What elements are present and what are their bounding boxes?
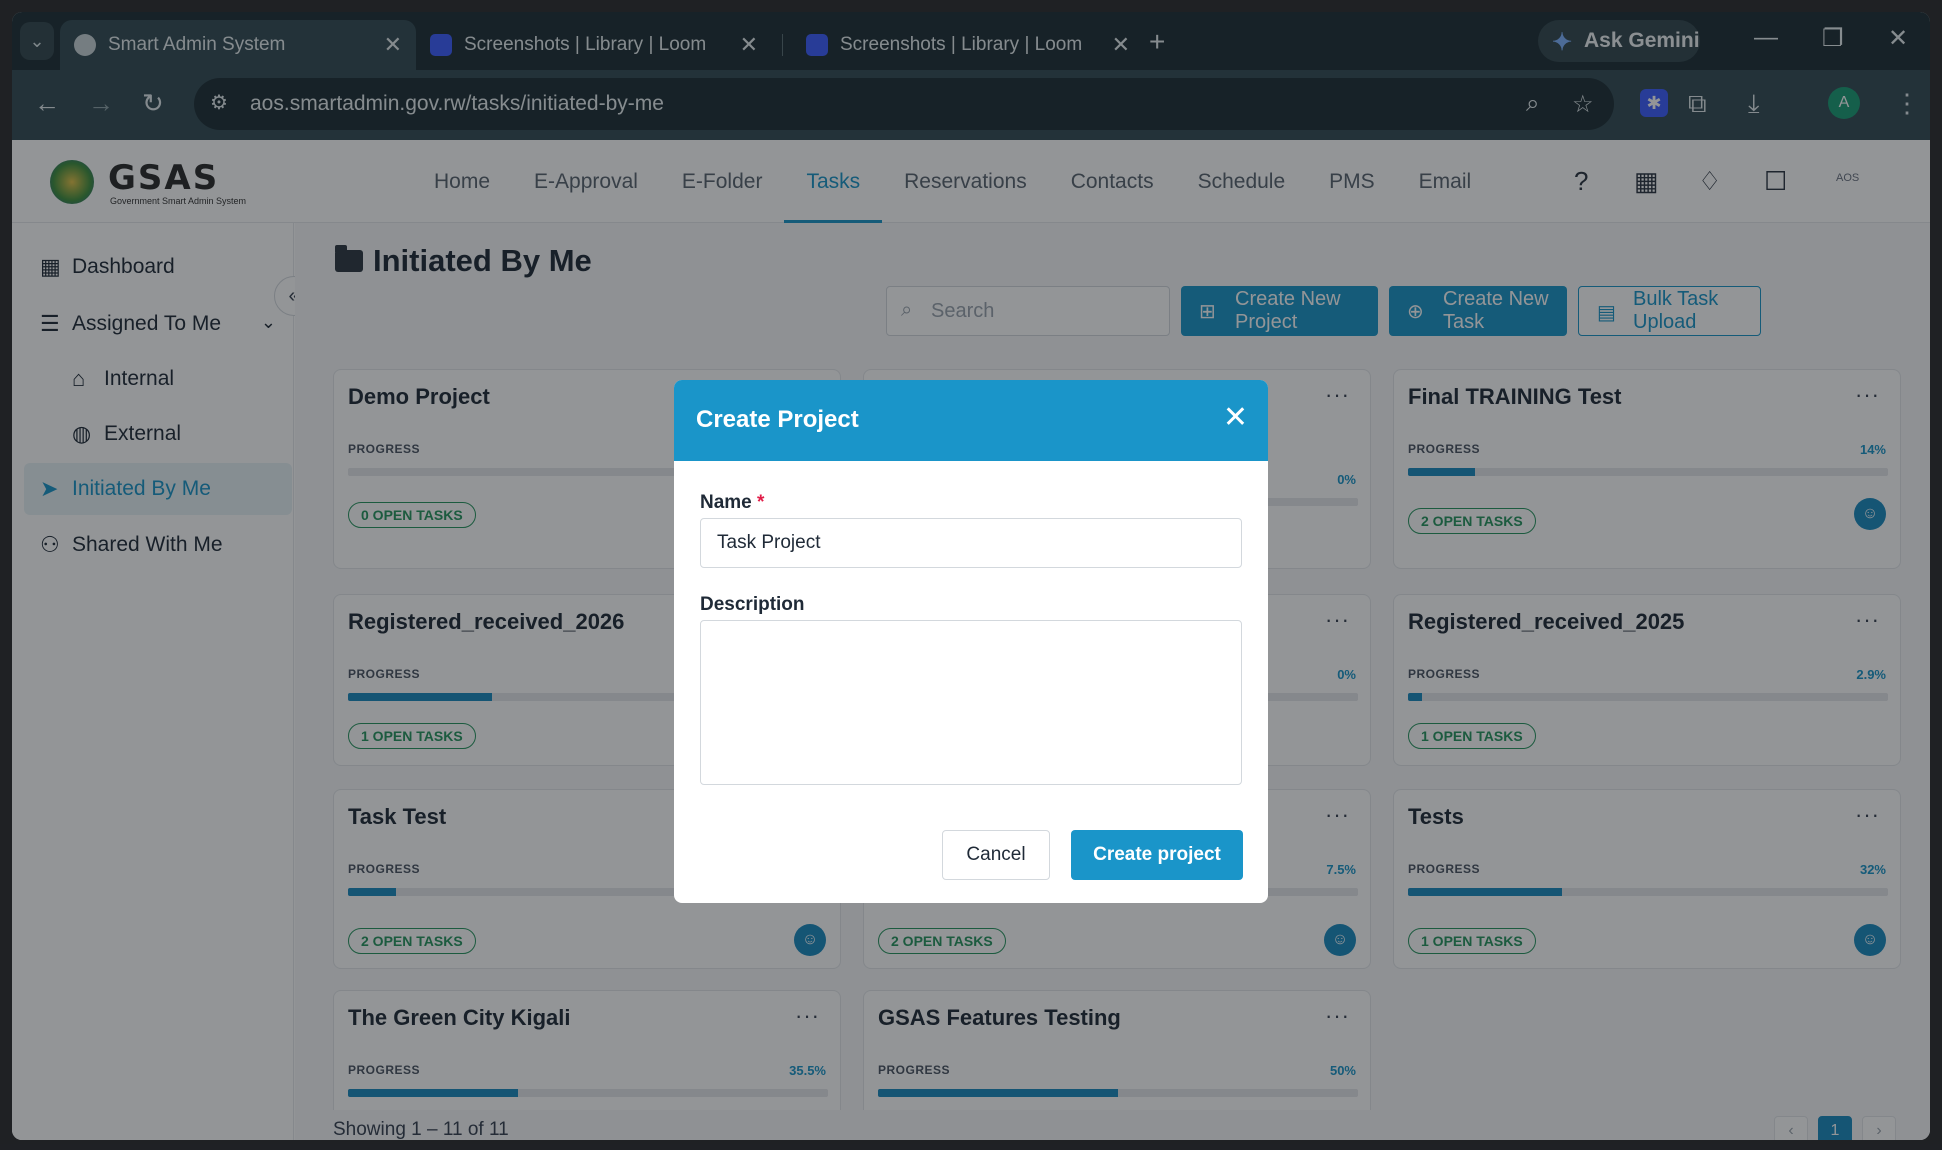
name-label-text: Name (700, 492, 752, 513)
close-icon[interactable]: ✕ (1223, 400, 1248, 435)
create-project-submit-button[interactable]: Create project (1071, 830, 1243, 880)
project-description-textarea[interactable] (700, 620, 1242, 785)
name-label: Name * (700, 492, 764, 514)
cancel-button[interactable]: Cancel (942, 830, 1050, 880)
create-project-dialog: Create Project ✕ Name * Task Project Des… (674, 380, 1268, 903)
description-label: Description (700, 594, 805, 615)
dialog-header: Create Project ✕ (674, 380, 1268, 461)
project-name-input[interactable]: Task Project (700, 518, 1242, 568)
required-mark: * (757, 492, 765, 513)
dialog-title: Create Project (696, 406, 859, 433)
